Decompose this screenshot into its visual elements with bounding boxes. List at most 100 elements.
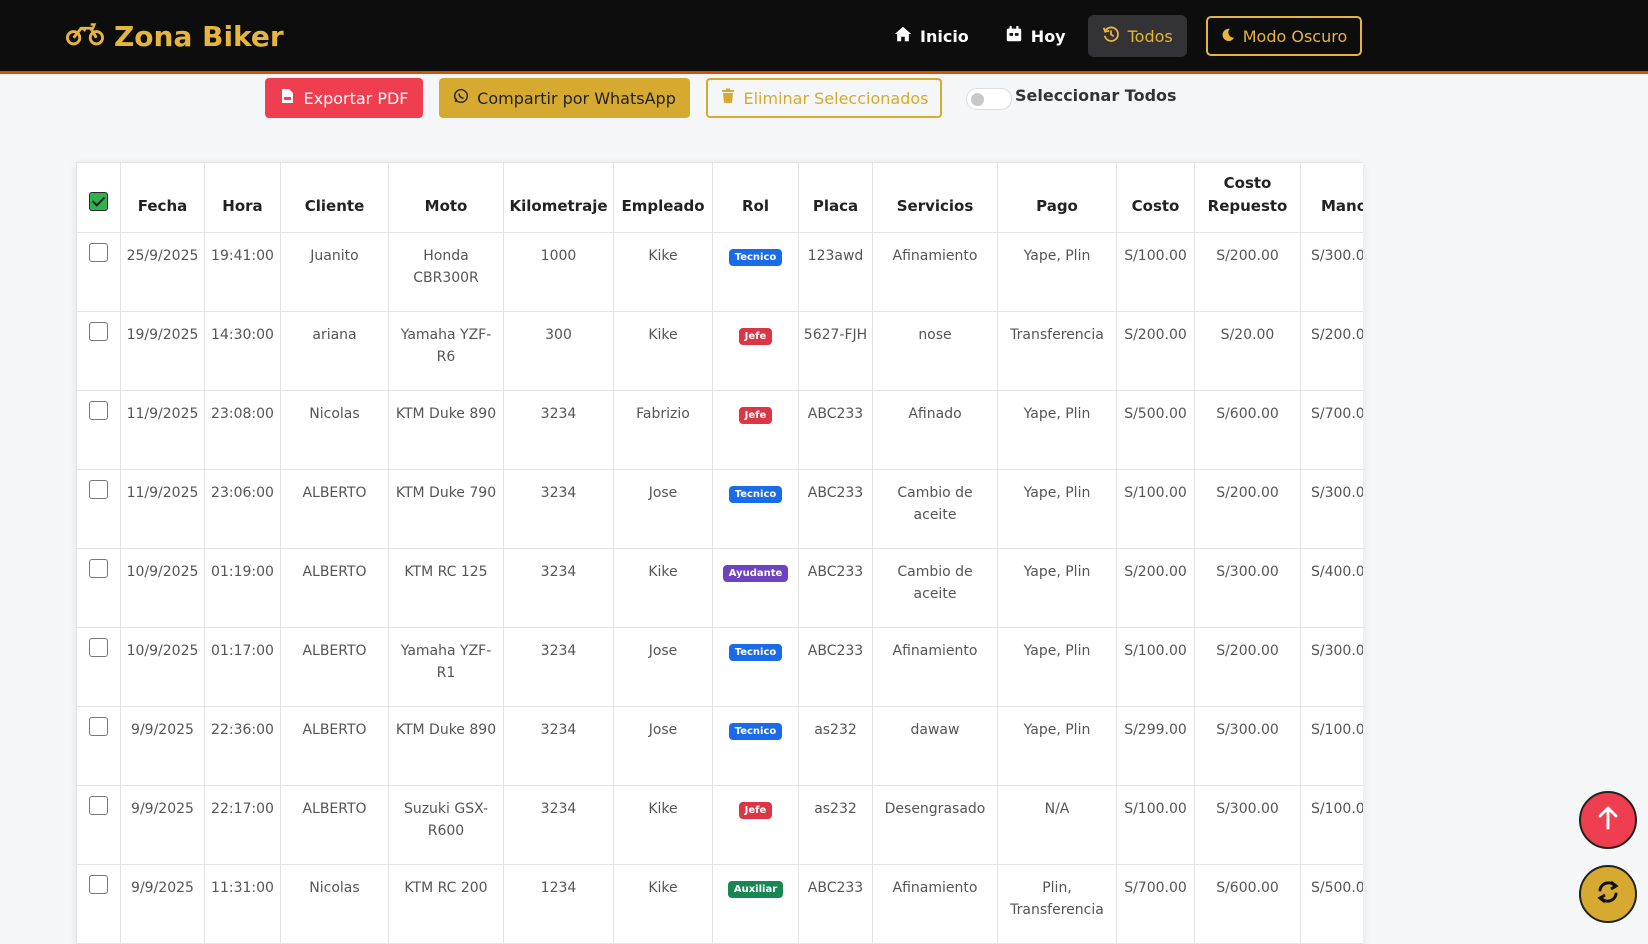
row-checkbox[interactable] [89,322,108,341]
header-fecha[interactable]: Fecha [120,162,205,233]
header-costo-repuesto[interactable]: Costo Repuesto [1194,162,1301,233]
delete-selected-button[interactable]: Eliminar Seleccionados [706,78,942,118]
header-kilometraje[interactable]: Kilometraje [503,162,614,233]
header-rol[interactable]: Rol [712,162,799,233]
cell-empleado: Kike [613,548,713,628]
row-checkbox[interactable] [89,717,108,736]
cell-costo-repuesto: S/600.00 [1194,390,1301,470]
row-select-cell [76,785,121,865]
cell-placa: ABC233 [798,627,873,707]
cell-hora: 22:17:00 [204,785,281,865]
select-all-label: Seleccionar Todos [1015,86,1177,105]
table-row[interactable]: 11/9/2025 23:08:00 Nicolas KTM Duke 890 3234… [76,390,1363,470]
cell-moto: KTM Duke 890 [388,706,504,786]
cell-km: 3234 [503,390,614,470]
cell-pago: N/A [997,785,1117,865]
cell-servicios: Afinamiento [872,232,998,312]
table-row[interactable]: 9/9/2025 22:17:00 ALBERTO Suzuki GSX-R600 32… [76,785,1363,865]
row-checkbox[interactable] [89,875,108,894]
table-row[interactable]: 10/9/2025 01:19:00 ALBERTO KTM RC 125 3234 Ki… [76,548,1363,628]
cell-km: 1000 [503,232,614,312]
header-empleado[interactable]: Empleado [613,162,713,233]
cell-mano-obra: S/400.00 [1300,548,1363,628]
brand[interactable]: Zona Biker [66,18,284,54]
nav-link-label: Hoy [1030,26,1066,46]
cell-moto: KTM RC 125 [388,548,504,628]
refresh-button[interactable] [1579,865,1637,923]
header-costo[interactable]: Costo [1116,162,1195,233]
cell-costo-repuesto: S/200.00 [1194,469,1301,549]
header-moto[interactable]: Moto [388,162,504,233]
cell-fecha: 9/9/2025 [120,785,205,865]
cell-pago: Yape, Plin [997,232,1117,312]
cell-fecha: 11/9/2025 [120,390,205,470]
header-placa[interactable]: Placa [798,162,873,233]
cell-cliente: ALBERTO [280,469,389,549]
table-row[interactable]: 10/9/2025 01:17:00 ALBERTO Yamaha YZF-R1 323… [76,627,1363,707]
checkbox[interactable] [89,192,108,211]
nav-link-inicio[interactable]: Inicio [880,15,983,57]
dark-mode-button[interactable]: Modo Oscuro [1206,16,1362,56]
export-pdf-button[interactable]: Exportar PDF [265,78,423,118]
cell-hora: 01:17:00 [204,627,281,707]
nav-link-hoy[interactable]: Hoy [991,15,1080,57]
table-body: 25/9/2025 19:41:00 Juanito Honda CBR300R 100… [76,232,1363,944]
role-badge: Tecnico [728,249,783,266]
role-badge: Jefe [738,328,773,345]
row-checkbox[interactable] [89,638,108,657]
cell-costo-repuesto: S/200.00 [1194,232,1301,312]
cell-hora: 19:41:00 [204,232,281,312]
row-checkbox[interactable] [89,243,108,262]
cell-km: 3234 [503,627,614,707]
nav-link-todos[interactable]: Todos [1087,15,1187,57]
select-all-toggle[interactable] [966,88,1012,110]
row-checkbox[interactable] [89,796,108,815]
table-row[interactable]: 11/9/2025 23:06:00 ALBERTO KTM Duke 790 3234… [76,469,1363,549]
cell-hora: 11:31:00 [204,864,281,944]
header-mano-obra[interactable]: Mano Obra [1300,162,1363,233]
row-checkbox[interactable] [89,559,108,578]
header-select-all-checkbox[interactable] [76,162,121,233]
cell-costo: S/100.00 [1116,469,1195,549]
scroll-top-button[interactable] [1579,791,1637,849]
cell-servicios: Afinamiento [872,864,998,944]
row-select-cell [76,548,121,628]
header-cliente[interactable]: Cliente [280,162,389,233]
table-row[interactable]: 9/9/2025 22:36:00 ALBERTO KTM Duke 890 3234 J… [76,706,1363,786]
cell-costo: S/700.00 [1116,864,1195,944]
nav-link-label: Inicio [920,26,969,46]
nav-link-label: Todos [1127,26,1173,46]
cell-cliente: ALBERTO [280,785,389,865]
cell-rol: Ayudante [712,548,799,628]
row-checkbox[interactable] [89,480,108,499]
header-servicios[interactable]: Servicios [872,162,998,233]
cell-cliente: ALBERTO [280,706,389,786]
table-row[interactable]: 9/9/2025 11:31:00 Nicolas KTM RC 200 1234 Kik… [76,864,1363,944]
cell-mano-obra: S/300.00 [1300,232,1363,312]
header-pago[interactable]: Pago [997,162,1117,233]
dark-mode-label: Modo Oscuro [1242,26,1348,46]
cell-empleado: Jose [613,469,713,549]
cell-km: 3234 [503,706,614,786]
cell-rol: Tecnico [712,232,799,312]
motorcycle-icon [66,18,104,55]
cell-cliente: Nicolas [280,390,389,470]
share-whatsapp-button[interactable]: Compartir por WhatsApp [439,78,690,118]
moon-icon [1221,27,1235,46]
cell-servicios: Desengrasado [872,785,998,865]
cell-moto: Yamaha YZF-R6 [388,311,504,391]
pdf-file-icon [279,88,295,108]
history-icon [1102,25,1120,47]
table-row[interactable]: 19/9/2025 14:30:00 ariana Yamaha YZF-R6 300 K… [76,311,1363,391]
row-checkbox[interactable] [89,401,108,420]
services-table-container[interactable]: Fecha Hora Cliente Moto Kilometraje Empl… [76,162,1363,944]
brand-name: Zona Biker [114,19,284,53]
row-select-cell [76,627,121,707]
cell-moto: KTM Duke 890 [388,390,504,470]
cell-pago: Yape, Plin [997,390,1117,470]
table-row[interactable]: 25/9/2025 19:41:00 Juanito Honda CBR300R 100… [76,232,1363,312]
cell-hora: 22:36:00 [204,706,281,786]
role-badge: Jefe [738,802,773,819]
header-hora[interactable]: Hora [204,162,281,233]
cell-costo: S/100.00 [1116,232,1195,312]
